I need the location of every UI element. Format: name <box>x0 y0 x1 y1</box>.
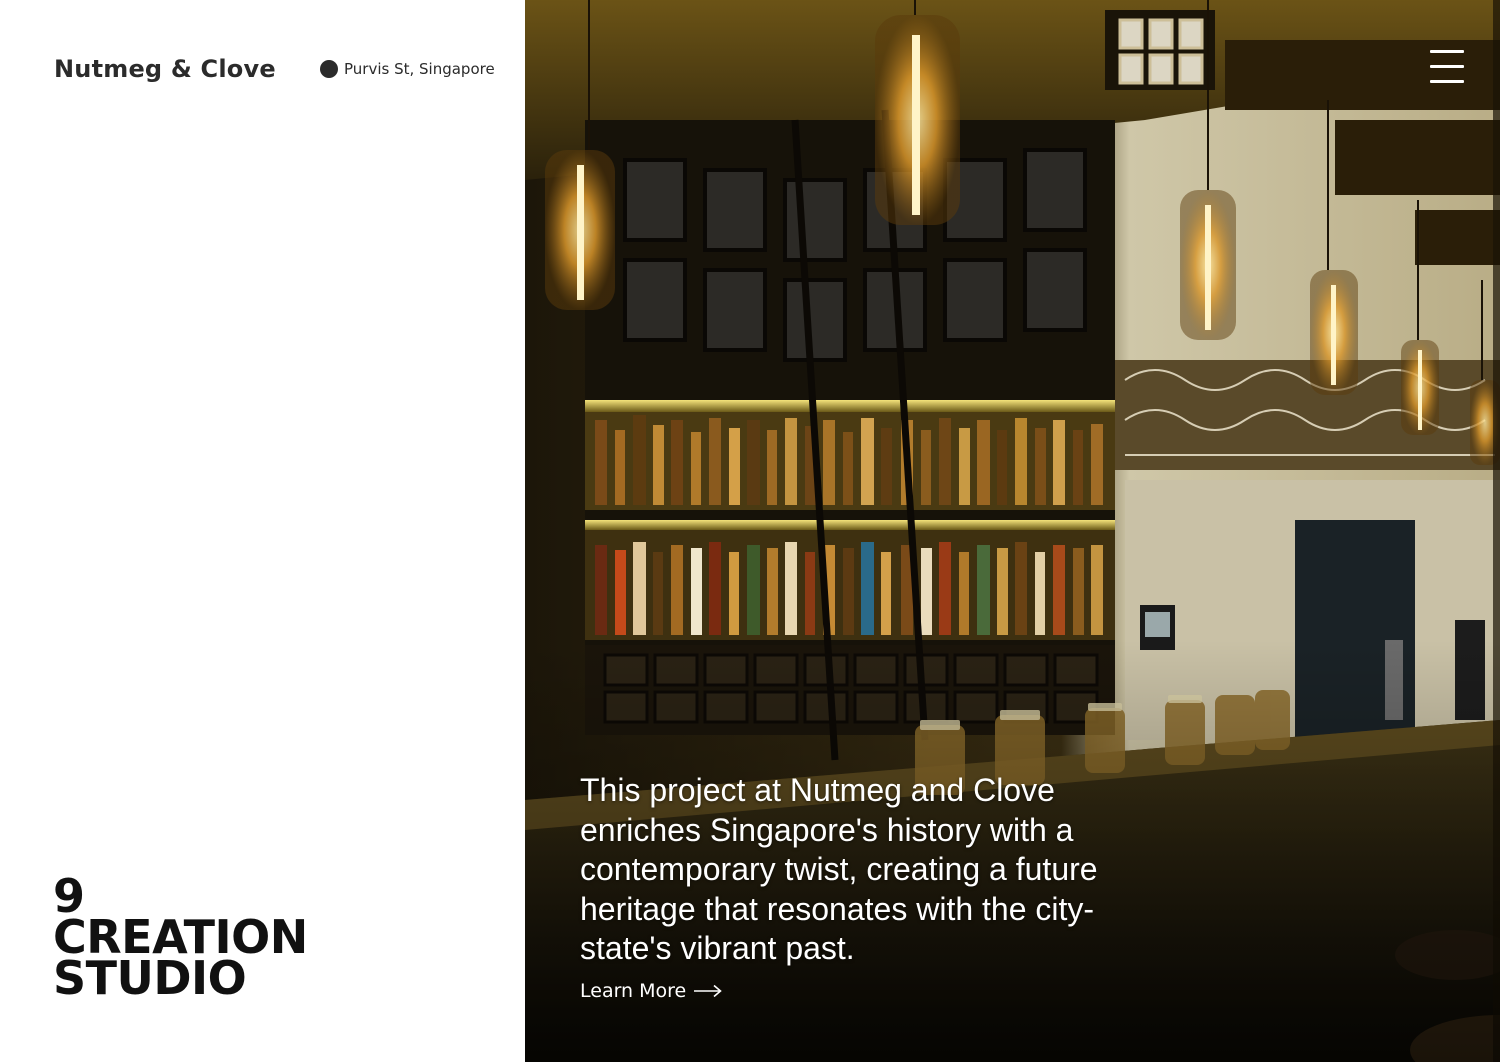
location: Purvis St, Singapore <box>320 60 495 78</box>
arrow-right-icon <box>694 984 722 998</box>
learn-more-label: Learn More <box>580 980 687 1002</box>
learn-more-link[interactable]: Learn More <box>580 980 722 1002</box>
hamburger-menu-icon[interactable] <box>1430 50 1464 84</box>
brand-name[interactable]: Nutmeg & Clove <box>54 55 276 83</box>
menu-bar-middle <box>1430 65 1464 68</box>
location-dot-icon <box>320 60 338 78</box>
studio-word-studio: STUDIO <box>53 951 247 1005</box>
left-panel: Nutmeg & Clove Purvis St, Singapore 9 CR… <box>0 0 525 1062</box>
location-text: Purvis St, Singapore <box>344 60 495 78</box>
studio-title: 9 CREATION STUDIO <box>53 873 308 1005</box>
menu-bar-bottom <box>1430 80 1464 83</box>
project-caption: This project at Nutmeg and Clove enriche… <box>580 772 1098 966</box>
page: Nutmeg & Clove Purvis St, Singapore 9 CR… <box>0 0 1500 1062</box>
hero-image-panel: This project at Nutmeg and Clove enriche… <box>525 0 1500 1062</box>
menu-bar-top <box>1430 50 1464 53</box>
